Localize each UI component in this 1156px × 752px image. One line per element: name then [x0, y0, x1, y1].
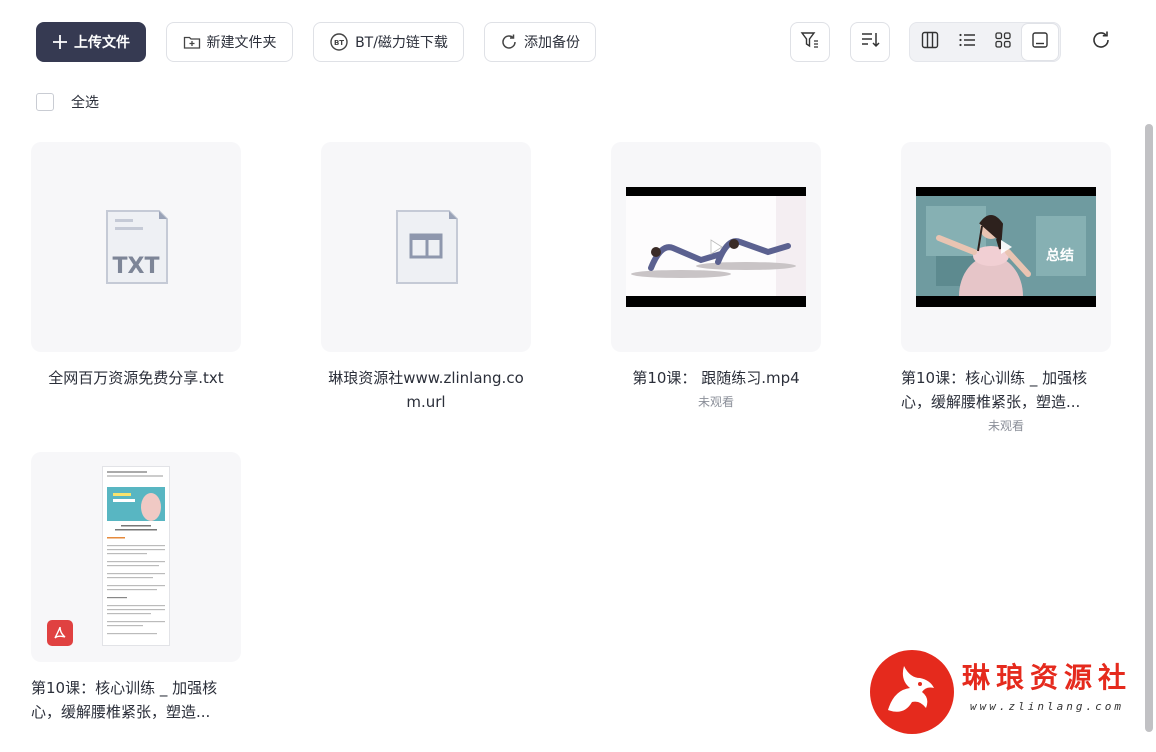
file-thumbnail[interactable]: 总结	[901, 142, 1111, 352]
new-folder-label: 新建文件夹	[206, 35, 277, 51]
pdf-icon	[47, 620, 73, 646]
select-all-label[interactable]: 全选	[71, 92, 99, 112]
url-file-icon	[395, 209, 459, 285]
watch-status: 未观看	[987, 419, 1024, 433]
upload-label: 上传文件	[74, 35, 130, 51]
watermark-logo: 琳琅资源社 www.zlinlang.com	[870, 648, 1140, 738]
folder-add-icon	[183, 34, 201, 50]
bt-icon: BT	[329, 32, 349, 52]
view-grid-option[interactable]	[985, 24, 1022, 60]
plus-icon	[52, 34, 68, 50]
refresh-icon	[1090, 29, 1112, 55]
file-card-txt[interactable]: TXT 全网百万资源免费分享.txt	[31, 142, 241, 390]
upload-button[interactable]: 上传文件	[36, 22, 146, 62]
file-thumbnail[interactable]: TXT	[31, 142, 241, 352]
new-folder-button[interactable]: 新建文件夹	[166, 22, 293, 62]
txt-file-icon: TXT	[105, 209, 169, 285]
video-preview	[626, 187, 806, 307]
play-icon	[709, 239, 723, 255]
watch-status: 未观看	[697, 395, 734, 409]
view-thumbnail-option[interactable]	[1021, 24, 1058, 60]
bt-download-button[interactable]: BT BT/磁力链下载	[313, 22, 464, 62]
pdf-page-preview	[102, 466, 170, 646]
file-card-video[interactable]: 第10课： 跟随练习.mp4 未观看	[611, 142, 821, 410]
view-mode-switcher	[909, 22, 1061, 62]
file-name[interactable]: 第10课：核心训练 _ 加强核心，缓解腰椎紧张，塑造...	[31, 676, 241, 724]
toolbar: 上传文件 新建文件夹 BT BT/磁力链下载 添加备份	[0, 0, 1156, 84]
svg-text:总结: 总结	[1046, 247, 1074, 264]
add-backup-button[interactable]: 添加备份	[484, 22, 596, 62]
filter-button[interactable]	[790, 22, 830, 62]
file-card-url[interactable]: 琳琅资源社www.zlinlang.com.url	[321, 142, 531, 414]
view-columns-option[interactable]	[912, 24, 949, 60]
thumbnail-icon	[1031, 31, 1049, 53]
select-all-checkbox[interactable]	[36, 93, 54, 111]
file-name[interactable]: 琳琅资源社www.zlinlang.com.url	[321, 366, 531, 414]
file-thumbnail[interactable]	[31, 452, 241, 662]
dragon-logo-icon	[870, 650, 954, 734]
refresh-button[interactable]	[1089, 28, 1113, 56]
file-name[interactable]: 全网百万资源免费分享.txt	[31, 366, 241, 390]
bt-download-label: BT/磁力链下载	[355, 35, 448, 51]
vertical-scrollbar[interactable]	[1145, 124, 1153, 732]
sync-icon	[500, 33, 518, 51]
list-icon	[958, 31, 976, 53]
filter-icon	[800, 30, 820, 54]
watermark-title: 琳琅资源社	[962, 661, 1133, 694]
file-card-video[interactable]: 总结 第10课：核心训练 _ 加强核心，缓解腰椎紧张，塑造... 未观看	[901, 142, 1111, 434]
select-all-row: 全选	[36, 92, 99, 112]
file-name[interactable]: 第10课： 跟随练习.mp4	[611, 366, 821, 390]
file-name[interactable]: 第10课：核心训练 _ 加强核心，缓解腰椎紧张，塑造...	[901, 366, 1111, 414]
grid-icon	[994, 31, 1012, 53]
add-backup-label: 添加备份	[524, 35, 580, 51]
sort-button[interactable]	[850, 22, 890, 62]
svg-text:BT: BT	[334, 39, 344, 47]
file-card-pdf[interactable]: 第10课：核心训练 _ 加强核心，缓解腰椎紧张，塑造...	[31, 452, 241, 724]
file-thumbnail[interactable]	[321, 142, 531, 352]
play-icon	[999, 239, 1013, 255]
columns-icon	[921, 31, 939, 53]
file-thumbnail[interactable]	[611, 142, 821, 352]
video-preview: 总结	[916, 187, 1096, 307]
view-list-option[interactable]	[949, 24, 986, 60]
watermark-url: www.zlinlang.com	[970, 700, 1124, 713]
svg-text:TXT: TXT	[113, 254, 160, 279]
sort-icon	[860, 30, 880, 54]
